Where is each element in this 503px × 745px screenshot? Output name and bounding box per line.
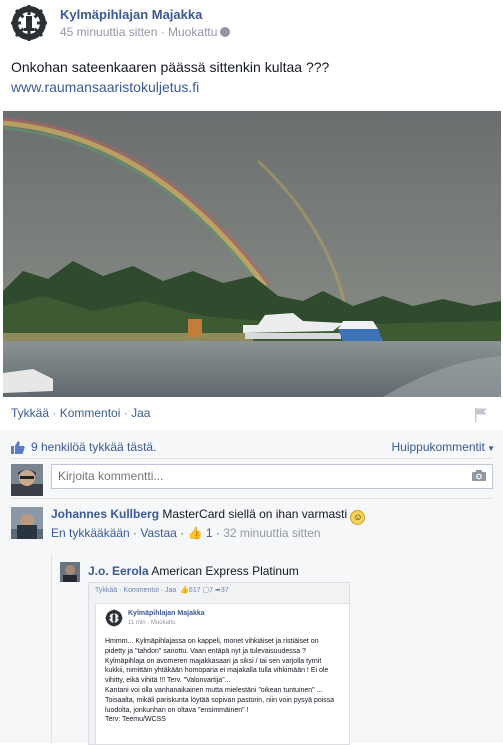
- rainbow-photo: [3, 111, 501, 397]
- screenshot-action-bar: Tykkää · Kommentoi · Jaa 👍617 ▢7 ➦37: [89, 583, 349, 597]
- post-text: Onkohan sateenkaaren päässä sittenkin ku…: [11, 59, 330, 75]
- screenshot-page-avatar: [105, 609, 123, 627]
- likes-summary[interactable]: 9 henkilöä tykkää tästä.: [11, 440, 156, 454]
- screenshot-post-text: Hmmm... Kylmäpihlajassa on kappeli, mone…: [105, 637, 345, 725]
- screenshot-share-count: 37: [220, 587, 229, 594]
- unlike-link[interactable]: En tykkääkään: [51, 526, 130, 540]
- screenshot-line: pidetty ja "tahdon" sanottu. Vaan entäpä…: [105, 647, 306, 655]
- post-photo[interactable]: [3, 111, 501, 397]
- globe-icon: [220, 27, 231, 37]
- screenshot-post-card: Kylmäpihlajan Majakka 11 min · Muokattu …: [95, 603, 349, 744]
- screenshot-comment-count: 7: [209, 587, 214, 594]
- feedback-section: 9 henkilöä tykkää tästä. Huippukommentit…: [0, 430, 503, 745]
- screenshot-line: kukkii, nimittäin yhtäkään homoparia ei …: [105, 667, 329, 675]
- post-meta: 45 minuuttia sitten · Muokattu: [60, 25, 231, 39]
- divider: [10, 458, 493, 459]
- comment-text: MasterCard siellä on ihan varmasti: [162, 507, 348, 521]
- post-timestamp[interactable]: 45 minuuttia sitten · Muokattu: [60, 25, 217, 39]
- screenshot-like-icon: 👍: [180, 587, 189, 594]
- current-user-avatar: [11, 464, 43, 496]
- flag-icon[interactable]: [475, 408, 487, 422]
- page-avatar[interactable]: [10, 4, 48, 42]
- screenshot-line: Kylmäpihlaja on avomeren majakkasaari ja…: [105, 657, 322, 665]
- smiley-icon: ☺: [350, 510, 366, 525]
- comment-time[interactable]: 32 minuuttia sitten: [223, 526, 320, 540]
- camera-icon[interactable]: [472, 470, 486, 481]
- comment-line: Johannes Kullberg MasterCard siellä on i…: [51, 507, 366, 525]
- screenshot-actions: Tykkää · Kommentoi · Jaa: [95, 587, 177, 594]
- divider: [10, 498, 493, 499]
- comment-link[interactable]: Kommentoi: [60, 406, 121, 420]
- reply-link[interactable]: Vastaa: [140, 526, 176, 540]
- post-link[interactable]: www.raumansaaristokuljetus.fi: [11, 79, 199, 95]
- caret-down-icon: ▼: [484, 444, 495, 453]
- reply-author[interactable]: J.o. Eerola: [88, 564, 149, 578]
- comment-meta: En tykkääkään · Vastaa · 👍 1 · 32 minuut…: [51, 526, 321, 540]
- screenshot-line: vihitty, eikä vihitä !!! Terv. "Valonvar…: [105, 677, 231, 685]
- thumbs-up-icon: [11, 441, 25, 454]
- page-name[interactable]: Kylmäpihlajan Majakka: [60, 7, 202, 22]
- screenshot-like-count: 617: [188, 587, 201, 594]
- screenshot-meta: 11 min · Muokattu: [128, 620, 176, 626]
- screenshot-line: Hmmm... Kylmäpihlajassa on kappeli, mone…: [105, 638, 319, 645]
- commenter-avatar[interactable]: [11, 507, 43, 539]
- screenshot-page-name: Kylmäpihlajan Majakka: [128, 610, 205, 617]
- comment-input-box[interactable]: [51, 464, 493, 489]
- top-comments-dropdown[interactable]: Huippukommentit ▼: [391, 440, 495, 454]
- share-link[interactable]: Jaa: [131, 406, 150, 420]
- reply-thread: J.o. Eerola American Express Platinum Ty…: [51, 554, 500, 745]
- thumbs-up-icon: 👍: [187, 526, 203, 540]
- attached-screenshot[interactable]: Tykkää · Kommentoi · Jaa 👍617 ▢7 ➦37 Kyl…: [88, 582, 350, 745]
- screenshot-line: Kantani voi olla vanhanaikainen mutta mi…: [105, 686, 323, 694]
- facebook-post: Kylmäpihlajan Majakka 45 minuuttia sitte…: [0, 0, 503, 745]
- screenshot-line: luodolta, jonkunhan on oltava "ensimmäin…: [105, 706, 249, 714]
- comment-input[interactable]: [52, 465, 464, 487]
- comment-author[interactable]: Johannes Kullberg: [51, 507, 159, 521]
- top-comments-label: Huippukommentit: [391, 440, 485, 454]
- screenshot-line: Toisaalta, mikäli pariskunta löytää sopi…: [105, 696, 335, 704]
- likes-count-text[interactable]: 9 henkilöä tykkää tästä.: [31, 440, 156, 454]
- reply-avatar[interactable]: [60, 562, 80, 582]
- reply-line: J.o. Eerola American Express Platinum: [88, 564, 299, 578]
- reply-text: American Express Platinum: [151, 564, 299, 578]
- screenshot-line: Terv: Teemu/WCSS: [105, 716, 166, 724]
- post-actions: Tykkää · Kommentoi · Jaa: [0, 400, 503, 431]
- comment-like-count[interactable]: 1: [206, 526, 213, 540]
- action-links: Tykkää · Kommentoi · Jaa: [11, 406, 151, 420]
- like-link[interactable]: Tykkää: [11, 406, 49, 420]
